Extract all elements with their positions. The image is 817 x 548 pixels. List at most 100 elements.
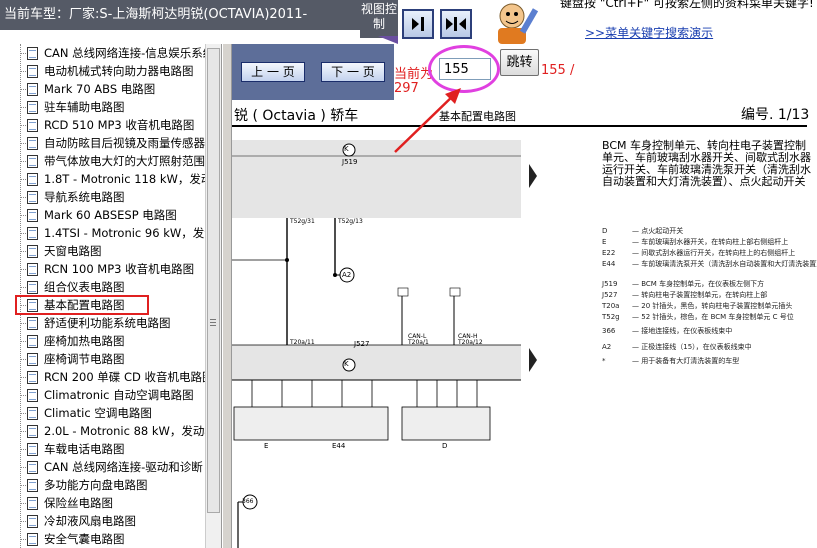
- tree-item-label: 驻车辅助电路图: [44, 100, 125, 114]
- tree-item-label: 座椅调节电路图: [44, 352, 125, 366]
- tree-item-label: 1.8T - Motronic 118 kW，发动机: [44, 172, 206, 186]
- tree-item[interactable]: 组合仪表电路图: [20, 278, 206, 296]
- label-k-bottom: K: [344, 360, 349, 368]
- tree-item[interactable]: 座椅加热电路图: [20, 332, 206, 350]
- tree-item[interactable]: 安全气囊电路图: [20, 530, 206, 548]
- tree-item-label: RCN 200 单碟 CD 收音机电路图: [44, 370, 206, 384]
- tree-item[interactable]: 电动机械式转向助力器电路图: [20, 62, 206, 80]
- legend-row: J527— 转向柱电子装置控制单元，在转向柱上部: [602, 291, 768, 299]
- tree-item-label: Climatronic 自动空调电路图: [44, 388, 194, 402]
- diagram-number: 编号. 1/13: [741, 107, 810, 123]
- tree-item[interactable]: Climatronic 自动空调电路图: [20, 386, 206, 404]
- document-icon: [27, 172, 38, 186]
- document-icon: [27, 532, 38, 546]
- jump-button[interactable]: 跳转: [500, 49, 539, 76]
- document-icon: [27, 424, 38, 438]
- label-t52g13: T52g/13: [338, 218, 363, 225]
- tree-item[interactable]: 保险丝电路图: [20, 494, 206, 512]
- panel-splitter[interactable]: [222, 44, 232, 548]
- search-tip: 键盘按 "Ctrl+F" 可按索左侧的资料菜单关键字!: [560, 0, 814, 10]
- document-icon: [27, 244, 38, 258]
- document-icon: [27, 46, 38, 60]
- document-icon: [27, 442, 38, 456]
- document-icon: [27, 334, 38, 348]
- selection-highlight-box: [15, 295, 149, 315]
- tree-item-label: 1.4TSI - Motronic 96 kW，发动机: [44, 226, 206, 240]
- label-t20a1: T20a/1: [408, 339, 429, 346]
- document-icon: [27, 262, 38, 276]
- label-t52g31: T52g/31: [290, 218, 315, 225]
- label-k-top: K: [344, 145, 349, 153]
- diagram-continue-arrow-top: [529, 164, 537, 188]
- tree-item-label: CAN 总线网络连接-信息娱乐系统: [44, 46, 206, 60]
- label-t20a12: T20a/12: [458, 339, 483, 346]
- document-icon: [27, 406, 38, 420]
- legend-row: T20a — 20 针插头，黑色，转向柱电子装置控制单元插头: [602, 302, 793, 310]
- tree-item[interactable]: RCN 100 MP3 收音机电路图: [20, 260, 206, 278]
- prev-page-button[interactable]: 上 一 页: [241, 62, 305, 82]
- tree-item[interactable]: 导航系统电路图: [20, 188, 206, 206]
- legend-row: J519— BCM 车身控制单元，在仪表板左侧下方: [602, 280, 765, 288]
- tree-item[interactable]: 1.8T - Motronic 118 kW，发动机: [20, 170, 206, 188]
- document-icon: [27, 478, 38, 492]
- tree-item-label: Climatic 空调电路图: [44, 406, 152, 420]
- document-icon: [27, 352, 38, 366]
- tree-item[interactable]: 自动防眩目后视镜及雨量传感器电路图: [20, 134, 206, 152]
- tree-item[interactable]: RCN 200 单碟 CD 收音机电路图: [20, 368, 206, 386]
- tree-item[interactable]: 2.0L - Motronic 88 kW，发动机: [20, 422, 206, 440]
- tree-item[interactable]: Mark 70 ABS 电路图: [20, 80, 206, 98]
- tree-item[interactable]: 天窗电路图: [20, 242, 206, 260]
- current-car-title: 当前车型：厂家:S-上海斯柯达明锐(OCTAVIA)2011-: [0, 0, 360, 30]
- document-icon: [27, 64, 38, 78]
- tree-item[interactable]: 座椅调节电路图: [20, 350, 206, 368]
- tree-item[interactable]: 带气体放电大灯的大灯照射范围控制: [20, 152, 206, 170]
- next-page-button[interactable]: 下 一 页: [321, 62, 385, 82]
- legend-row: T52g — 52 针插头，棕色，在 BCM 车身控制单元 C 号位: [602, 313, 794, 321]
- collapse-panel-button[interactable]: [402, 9, 434, 39]
- tree-item-label: RCN 100 MP3 收音机电路图: [44, 262, 195, 276]
- document-icon: [27, 514, 38, 528]
- menu-tree-panel: CAN 总线网络连接-信息娱乐系统 电动机械式转向助力器电路图 Mark 70 …: [0, 44, 222, 548]
- tree-item-label: 天窗电路图: [44, 244, 102, 258]
- tree-item[interactable]: 驻车辅助电路图: [20, 98, 206, 116]
- document-icon: [27, 100, 38, 114]
- tree-scrollbar[interactable]: [205, 44, 221, 548]
- label-j519: J519: [342, 158, 358, 166]
- tree-item-label: 车载电话电路图: [44, 442, 125, 456]
- tree-item-label: 自动防眩目后视镜及雨量传感器电路图: [44, 136, 206, 150]
- tree-item-label: 电动机械式转向助力器电路图: [44, 64, 194, 78]
- tree-item-label: 2.0L - Motronic 88 kW，发动机: [44, 424, 206, 438]
- tree-item-label: 导航系统电路图: [44, 190, 125, 204]
- label-j527: J527: [354, 340, 370, 348]
- search-demo-link[interactable]: >>菜单关键字搜索演示: [585, 24, 713, 41]
- tree-item[interactable]: Climatic 空调电路图: [20, 404, 206, 422]
- tree-item-label: 冷却液风扇电路图: [44, 514, 136, 528]
- label-ground-366: 366: [242, 498, 254, 505]
- label-can-l: CAN-L: [408, 333, 427, 340]
- legend-row: E44— 车前玻璃清洗泵开关（清洗刮水自动装置和大灯清洗装置）: [602, 260, 817, 268]
- tree-item[interactable]: CAN 总线网络连接-信息娱乐系统: [20, 44, 206, 62]
- tree-item[interactable]: 多功能方向盘电路图: [20, 476, 206, 494]
- tree-item[interactable]: RCD 510 MP3 收音机电路图: [20, 116, 206, 134]
- document-icon: [27, 208, 38, 222]
- legend-row: E22— 间歇式刮水器运行开关，在转向柱上的右侧组杆上: [602, 249, 796, 257]
- tree-item[interactable]: 舒适便利功能系统电路图: [20, 314, 206, 332]
- scrollbar-thumb[interactable]: [207, 48, 220, 513]
- annotation-arrow-icon: [394, 88, 461, 153]
- label-a2: A2: [342, 271, 352, 279]
- wiring-schematic: [232, 140, 521, 548]
- tree-item-label: RCD 510 MP3 收音机电路图: [44, 118, 195, 132]
- split-view-button[interactable]: [440, 9, 472, 39]
- tree-item[interactable]: 冷却液风扇电路图: [20, 512, 206, 530]
- document-icon: [27, 118, 38, 132]
- tree-item-label: 组合仪表电路图: [44, 280, 125, 294]
- legend-row: A2— 正极连接线（15），在仪表板线束中: [602, 343, 752, 351]
- tree-item-label: 带气体放电大灯的大灯照射范围控制: [44, 154, 206, 168]
- tree-item[interactable]: Mark 60 ABSESP 电路图: [20, 206, 206, 224]
- label-t20a11: T20a/11: [290, 339, 315, 346]
- tree-item[interactable]: CAN 总线网络连接-驱动和诊断: [20, 458, 206, 476]
- top-bar: 当前车型：厂家:S-上海斯柯达明锐(OCTAVIA)2011- 视图控制 键盘按…: [0, 0, 817, 44]
- tree-item[interactable]: 车载电话电路图: [20, 440, 206, 458]
- tree-item[interactable]: 1.4TSI - Motronic 96 kW，发动机: [20, 224, 206, 242]
- arrows-split-icon: [446, 17, 466, 31]
